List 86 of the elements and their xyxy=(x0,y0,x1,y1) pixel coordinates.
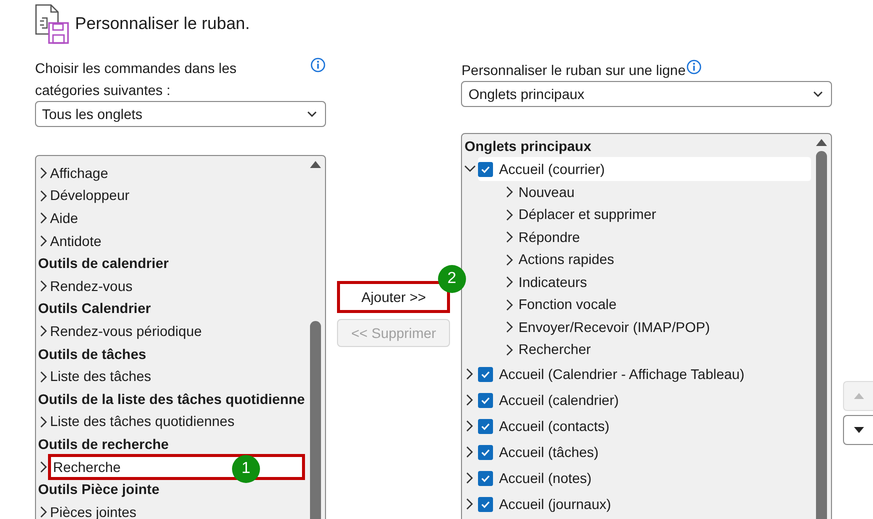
chevron-right-icon[interactable] xyxy=(504,298,514,312)
checkmark-icon xyxy=(480,446,492,458)
chevron-right-icon xyxy=(38,279,48,294)
tab-list-item[interactable]: Liste des tâches quotidiennes xyxy=(48,411,305,432)
checkmark-icon xyxy=(480,394,492,406)
tree-row[interactable]: Accueil (contacts) xyxy=(478,413,614,439)
tab-name: Accueil (tâches) xyxy=(498,442,600,462)
checkmark-icon xyxy=(480,164,492,174)
triangle-icon xyxy=(854,426,864,434)
tab-name: Accueil (Calendrier - Affichage Tableau) xyxy=(498,364,746,384)
tab-name: Accueil (journaux) xyxy=(498,494,612,514)
chevron-right-icon[interactable] xyxy=(504,230,514,244)
checkmark-icon xyxy=(480,498,492,510)
tree-row[interactable]: Accueil (notes) xyxy=(478,465,596,491)
tree-row[interactable]: Accueil (tâches) xyxy=(478,439,603,465)
group-name[interactable]: Répondre xyxy=(516,226,584,248)
chevron-right-icon[interactable] xyxy=(504,342,514,357)
tab-list-item[interactable]: Affichage xyxy=(48,162,305,184)
chevron-down-icon xyxy=(813,90,823,98)
chevron-down-icon xyxy=(306,110,317,118)
tab-name: Accueil (contacts) xyxy=(498,416,610,436)
commands-label: Choisir les commandes dans les catégories suivantes : xyxy=(35,59,238,100)
group-name[interactable]: Actions rapides xyxy=(516,249,618,270)
triangle-icon xyxy=(854,392,864,400)
tree-row[interactable]: Accueil (Calendrier - Affichage Tableau) xyxy=(478,361,748,387)
info-icon xyxy=(310,57,326,73)
tab-list-item[interactable]: Liste des tâches xyxy=(48,366,305,388)
chevron-right-icon[interactable] xyxy=(504,275,514,290)
scroll-up-icon xyxy=(816,138,827,147)
chevron-right-icon xyxy=(38,234,48,248)
category-heading: Outils de tâches xyxy=(38,344,148,364)
checkbox[interactable] xyxy=(478,496,494,512)
scrollbar-thumb[interactable] xyxy=(816,151,827,519)
group-name[interactable]: Rechercher xyxy=(516,339,595,360)
checkbox[interactable] xyxy=(478,392,494,408)
info-icon xyxy=(686,59,702,75)
checkmark-icon xyxy=(480,472,492,484)
checkbox[interactable] xyxy=(478,162,494,176)
category-heading: Outils de calendrier xyxy=(38,254,170,274)
category-dropdown[interactable]: Tous les onglets xyxy=(35,101,326,127)
chevron-right-icon xyxy=(38,324,48,338)
tree-row[interactable]: Accueil (calendrier) xyxy=(478,387,623,413)
ribbon-dropdown[interactable]: Onglets principaux xyxy=(461,81,832,107)
checkbox[interactable] xyxy=(478,470,494,486)
checkmark-icon xyxy=(480,420,492,432)
chevron-right-icon[interactable] xyxy=(504,208,514,222)
tab-list-item[interactable]: Rendez-vous xyxy=(48,276,305,297)
category-heading: Outils Pièce jointe xyxy=(38,480,160,500)
group-name[interactable]: Envoyer/Recevoir (IMAP/POP) xyxy=(516,316,714,338)
category-heading: Outils de recherche xyxy=(38,434,170,454)
ribbon-label: Personnaliser le ruban sur une ligne xyxy=(461,61,686,80)
chevron-right-icon[interactable] xyxy=(504,320,514,334)
chevron-right-icon xyxy=(38,370,48,384)
tree-heading: Onglets principaux xyxy=(464,136,592,156)
tab-name: Accueil (notes) xyxy=(498,468,593,488)
tab-list-item[interactable]: Aide xyxy=(48,208,305,229)
chevron-right-icon xyxy=(38,166,48,180)
chevron-right-icon xyxy=(38,460,48,474)
tab-list-item[interactable]: Développeur xyxy=(48,185,305,206)
category-heading: Outils de la liste des tâches quotidienne xyxy=(38,390,305,409)
checkbox[interactable] xyxy=(478,444,494,460)
chevron-right-icon xyxy=(38,188,48,203)
page-title: Personnaliser le ruban. xyxy=(75,13,250,36)
tab-list-item[interactable]: Rendez-vous périodique xyxy=(48,320,305,342)
group-name[interactable]: Fonction vocale xyxy=(516,294,621,316)
checkbox[interactable] xyxy=(478,366,494,382)
chevron-right-icon xyxy=(38,211,48,226)
group-name[interactable]: Nouveau xyxy=(516,182,579,203)
chevron-right-icon xyxy=(38,505,48,519)
checkmark-icon xyxy=(480,368,492,380)
scroll-up-icon xyxy=(310,160,321,169)
tab-name: Accueil (calendrier) xyxy=(498,390,620,410)
group-name[interactable]: Indicateurs xyxy=(516,272,591,293)
scrollbar-thumb[interactable] xyxy=(310,321,321,519)
tab-list-item[interactable]: Antidote xyxy=(48,230,305,252)
tab-name: Accueil (courrier) xyxy=(498,160,606,179)
move-down-button[interactable] xyxy=(843,415,873,445)
chevron-right-icon[interactable] xyxy=(504,185,514,200)
tree-row[interactable]: Accueil (journaux) xyxy=(478,491,616,517)
group-name[interactable]: Déplacer et supprimer xyxy=(516,204,660,226)
document-save-icon xyxy=(35,4,69,44)
chevron-right-icon xyxy=(38,414,48,429)
chevron-right-icon[interactable] xyxy=(504,252,514,267)
checkbox[interactable] xyxy=(478,418,494,434)
tree-row[interactable]: Accueil (courrier) xyxy=(478,157,811,181)
category-heading: Outils Calendrier xyxy=(38,299,152,318)
